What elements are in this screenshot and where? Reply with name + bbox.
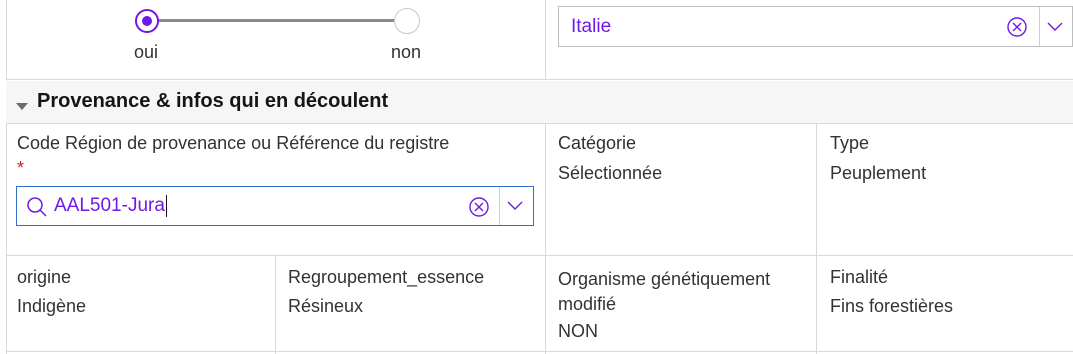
- divider: [6, 123, 7, 354]
- finalite-value: Fins forestières: [830, 296, 954, 316]
- collapse-caret-icon[interactable]: [16, 98, 28, 116]
- divider: [6, 255, 1073, 256]
- categorie-label: Catégorie: [558, 133, 637, 153]
- clear-icon[interactable]: [1005, 15, 1029, 39]
- chevron-down-icon[interactable]: [503, 195, 527, 217]
- yes-no-toggle[interactable]: [130, 6, 420, 36]
- regroupement-value: Résineux: [288, 296, 364, 316]
- provenance-input-value: AAL501-Jura: [54, 195, 167, 217]
- regroupement-label: Regroupement_essence: [288, 267, 485, 287]
- origine-value: Indigène: [17, 296, 87, 316]
- search-icon: [25, 195, 49, 219]
- section-header[interactable]: Provenance & infos qui en découlent: [6, 81, 1073, 124]
- radio-yes-label: oui: [133, 42, 159, 62]
- provenance-label: Code Région de provenance ou Référence d…: [17, 133, 450, 153]
- divider: [816, 123, 817, 354]
- divider: [6, 351, 1073, 352]
- country-select[interactable]: Italie: [558, 6, 1073, 47]
- toggle-track: [145, 19, 405, 22]
- clear-icon[interactable]: [467, 195, 491, 219]
- ogm-value: NON: [558, 321, 598, 341]
- chevron-down-icon[interactable]: [1043, 16, 1067, 38]
- radio-yes[interactable]: [135, 9, 159, 33]
- finalite-label: Finalité: [830, 267, 889, 287]
- radio-no[interactable]: [394, 8, 420, 34]
- combo-divider: [499, 187, 500, 225]
- country-select-value: Italie: [571, 16, 612, 37]
- section-title: Provenance & infos qui en découlent: [37, 90, 389, 112]
- origine-label: origine: [17, 267, 72, 287]
- provenance-search-input[interactable]: AAL501-Jura: [16, 186, 534, 226]
- ogm-label: Organisme génétiquement modifié: [558, 269, 771, 314]
- radio-no-label: non: [390, 42, 422, 62]
- type-value: Peuplement: [830, 163, 927, 183]
- categorie-value: Sélectionnée: [558, 163, 663, 183]
- required-indicator: *: [17, 158, 25, 178]
- divider: [275, 255, 276, 354]
- combo-divider: [1039, 7, 1040, 46]
- divider: [545, 123, 546, 354]
- type-label: Type: [830, 133, 870, 153]
